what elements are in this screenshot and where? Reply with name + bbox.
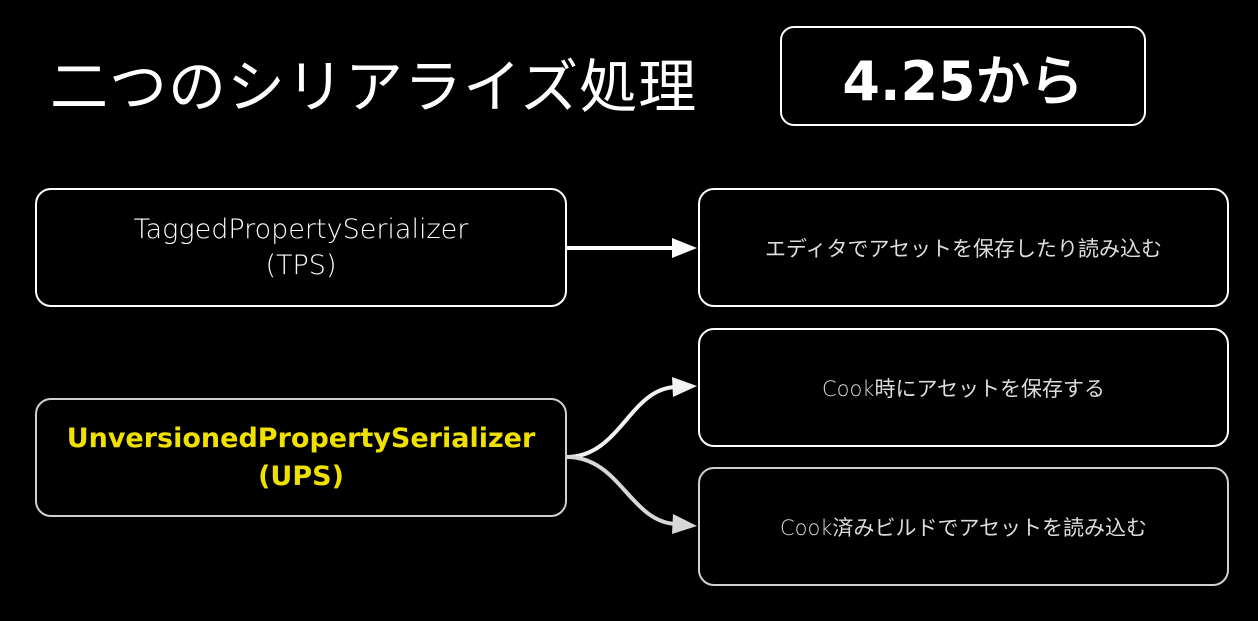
arrow-ups-to-cook-save (566, 377, 697, 459)
arrows (566, 238, 697, 534)
arrow-ups-to-cooked-load (566, 455, 697, 534)
slide: 二つのシリアライズ処理 4.25から TaggedPropertySeriali… (0, 0, 1258, 621)
arrow-tps-to-editor (567, 238, 697, 258)
